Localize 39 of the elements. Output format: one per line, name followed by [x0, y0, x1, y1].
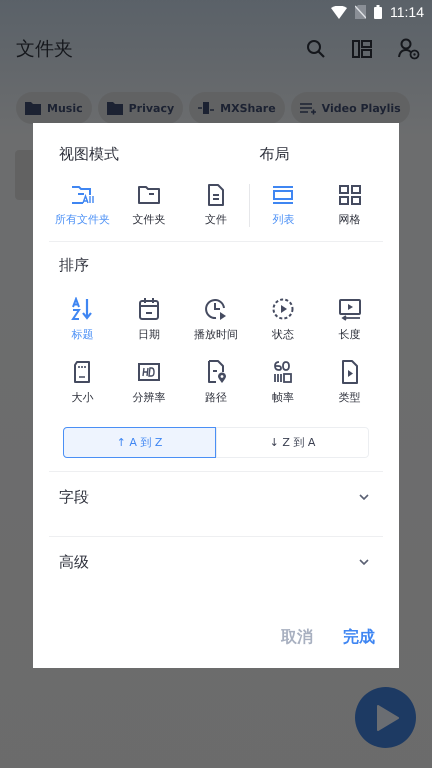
- playlist-add-icon: [300, 101, 316, 115]
- section-heading: 排序: [59, 256, 90, 275]
- az-sort-icon: [70, 297, 94, 321]
- list-icon: [271, 184, 296, 206]
- sort-option[interactable]: 分辨率: [116, 360, 183, 405]
- section-heading: 布局: [258, 145, 290, 164]
- screen-play-icon: [338, 297, 362, 321]
- wifi-icon: [331, 6, 347, 18]
- folder-all-icon: [70, 184, 94, 206]
- user-settings-icon[interactable]: [398, 38, 420, 60]
- dashed-play-icon: [270, 297, 295, 321]
- clock-play-icon: [204, 297, 228, 321]
- sort-option[interactable]: 播放时间: [182, 297, 250, 342]
- no-sim-icon: [355, 5, 366, 19]
- layout-option[interactable]: 网格: [316, 184, 383, 227]
- done-button[interactable]: 完成: [343, 627, 375, 648]
- battery-icon: [374, 5, 382, 19]
- collapsible-section[interactable]: 字段: [49, 472, 383, 522]
- page-title: 文件夹: [16, 37, 74, 62]
- sort-option[interactable]: 状态: [249, 297, 316, 342]
- sort-option[interactable]: 长度: [316, 297, 383, 342]
- sort-option[interactable]: 帧率: [249, 360, 316, 405]
- status-time: 11:14: [390, 4, 424, 20]
- folder-icon: [137, 184, 162, 206]
- sort-option[interactable]: 大小: [49, 360, 116, 405]
- sort-option[interactable]: 日期: [116, 297, 183, 342]
- sort-option[interactable]: 类型: [316, 360, 383, 405]
- sort-direction-button[interactable]: ↓ Z 到 A: [216, 427, 369, 458]
- view-option[interactable]: 文件: [182, 184, 250, 227]
- view-option[interactable]: 文件夹: [116, 184, 183, 227]
- grid-icon: [338, 184, 362, 206]
- collapsible-section[interactable]: 高级: [49, 537, 383, 587]
- play-icon: [377, 704, 399, 730]
- hd-icon: [137, 360, 162, 384]
- search-icon[interactable]: [306, 39, 326, 59]
- sort-option[interactable]: 路径: [182, 360, 250, 405]
- layout-icon[interactable]: [352, 40, 372, 58]
- calendar-icon: [137, 297, 162, 321]
- section-heading: 视图模式: [59, 145, 120, 164]
